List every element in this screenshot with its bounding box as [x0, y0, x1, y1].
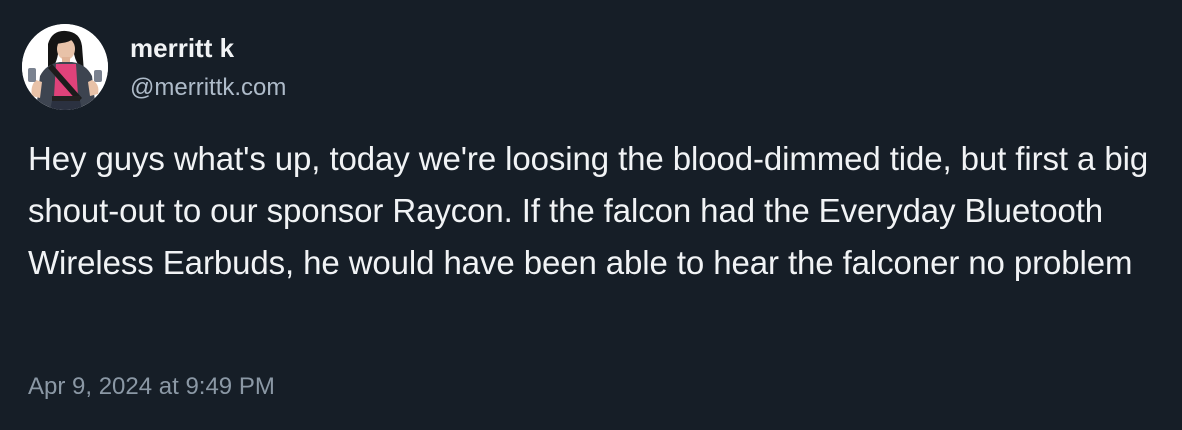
avatar-illustration-icon [22, 24, 108, 110]
post-header: merritt k @merrittk.com [22, 24, 286, 110]
post-timestamp[interactable]: Apr 9, 2024 at 9:49 PM [28, 372, 275, 402]
post-text: Hey guys what's up, today we're loosing … [28, 140, 1149, 281]
author-names: merritt k @merrittk.com [130, 32, 286, 102]
post-card: merritt k @merrittk.com Hey guys what's … [0, 0, 1182, 430]
avatar[interactable] [22, 24, 108, 110]
author-handle[interactable]: @merrittk.com [130, 74, 286, 102]
author-display-name[interactable]: merritt k [130, 32, 286, 64]
